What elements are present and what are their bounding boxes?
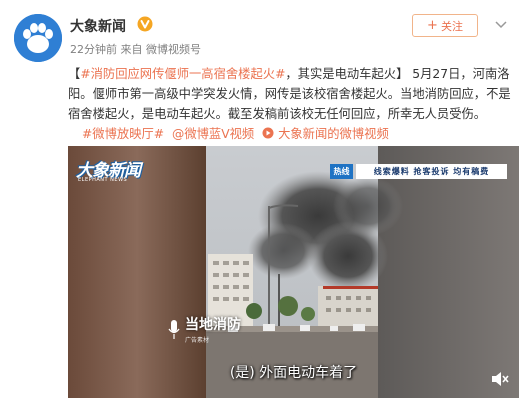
speaker-caption: 当地消防 xyxy=(185,317,241,333)
bracket-open: 【 xyxy=(68,67,81,81)
follow-label: 关注 xyxy=(440,19,463,33)
hotline-banner: 线索爆料 抢客投诉 均有稿费 xyxy=(356,164,507,179)
post-meta: 22分钟前 来自 微博视频号 xyxy=(70,41,201,57)
headline-rest: ，其实是电动车起火 xyxy=(285,67,397,81)
avatar[interactable] xyxy=(14,14,62,62)
microphone-icon xyxy=(168,320,180,339)
elephant-paw-logo-icon xyxy=(14,14,62,62)
post-text: 【#消防回应网传偃师一高宿舍楼起火#，其实是电动车起火】 5月27日，河南洛阳。… xyxy=(68,64,513,144)
video-subtitle: (是) 外面电动车着了 xyxy=(229,365,358,381)
plus-icon: + xyxy=(427,18,438,33)
hotline-badge: 热线 xyxy=(330,164,353,179)
channel-logo-sub: ELEPHANT NEWS xyxy=(78,177,128,183)
post-time[interactable]: 22分钟前 xyxy=(70,43,117,56)
post-source[interactable]: 微博视频号 xyxy=(146,43,201,56)
bracket-close: 】 xyxy=(396,67,409,81)
follow-button[interactable]: + 关注 xyxy=(412,14,478,37)
mention-link[interactable]: @微博蓝V视频 xyxy=(172,127,254,141)
speaker-caption-sub: 广告素材 xyxy=(185,337,210,344)
video-link[interactable]: 大象新闻的微博视频 xyxy=(262,127,389,141)
mute-icon[interactable] xyxy=(491,371,509,387)
verified-icon xyxy=(137,16,153,32)
author-name[interactable]: 大象新闻 xyxy=(70,16,126,36)
video-frame xyxy=(68,146,519,398)
video-icon xyxy=(262,127,274,139)
chevron-down-icon[interactable] xyxy=(495,20,507,30)
hashtag-link-2[interactable]: #微博放映厅# xyxy=(82,127,164,141)
video-player[interactable]: 大象新闻 ELEPHANT NEWS 热线 线索爆料 抢客投诉 均有稿费 当地消… xyxy=(68,146,519,398)
source-prefix: 来自 xyxy=(120,43,143,56)
hashtag-link[interactable]: #消防回应网传偃师一高宿舍楼起火# xyxy=(80,67,285,81)
